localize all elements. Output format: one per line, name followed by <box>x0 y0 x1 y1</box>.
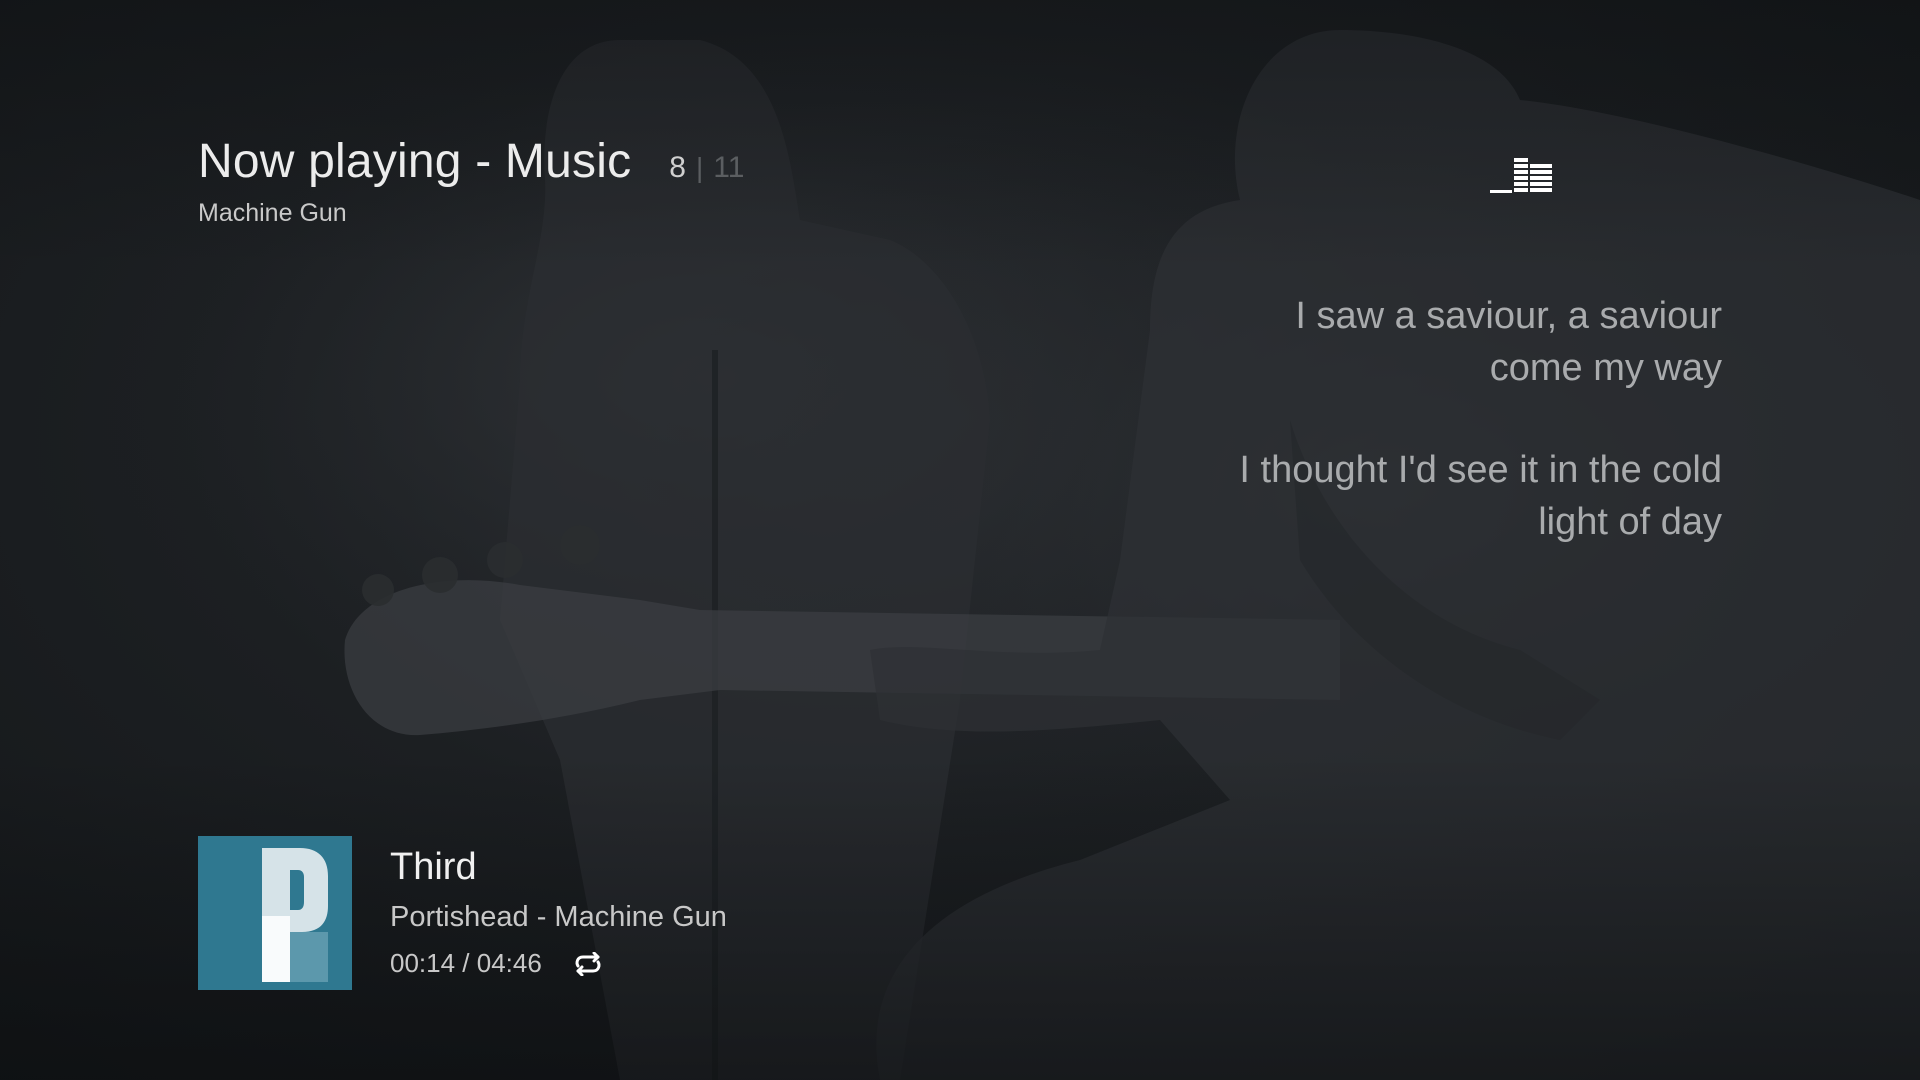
track-info: Third Portishead - Machine Gun 00:14 / 0… <box>390 836 727 979</box>
artist-track: Portishead - Machine Gun <box>390 901 727 933</box>
now-playing-info: Third Portishead - Machine Gun 00:14 / 0… <box>198 836 727 990</box>
header: Now playing - Music 8 | 11 Machine Gun <box>198 134 744 228</box>
lyric-line: I thought I'd see it in the cold <box>1239 449 1722 491</box>
counter-current: 8 <box>669 151 686 184</box>
album-art-letter-p <box>198 836 352 990</box>
counter-total: 11 <box>713 151 745 184</box>
deezer-equalizer-icon <box>1490 158 1552 193</box>
lyric-line: light of day <box>1538 501 1722 543</box>
page-subtitle: Machine Gun <box>198 199 347 227</box>
lyric-stanza-gap <box>1022 394 1722 444</box>
album-name: Third <box>390 846 477 888</box>
counter-separator: | <box>695 152 704 183</box>
time-row: 00:14 / 04:46 <box>390 948 727 979</box>
playlist-position-counter: 8 | 11 <box>669 151 744 185</box>
repeat-icon[interactable] <box>572 951 604 976</box>
playback-time: 00:14 / 04:46 <box>390 948 542 978</box>
lyrics-panel: I saw a saviour, a saviour come my way I… <box>1022 290 1722 548</box>
lyric-line: I saw a saviour, a saviour <box>1295 295 1722 337</box>
page-title: Now playing - Music <box>198 135 632 188</box>
lyric-line: come my way <box>1489 347 1722 389</box>
title-row: Now playing - Music 8 | 11 <box>198 134 744 189</box>
album-art[interactable] <box>198 836 352 990</box>
now-playing-screen: Now playing - Music 8 | 11 Machine Gun I s… <box>0 0 1920 1080</box>
